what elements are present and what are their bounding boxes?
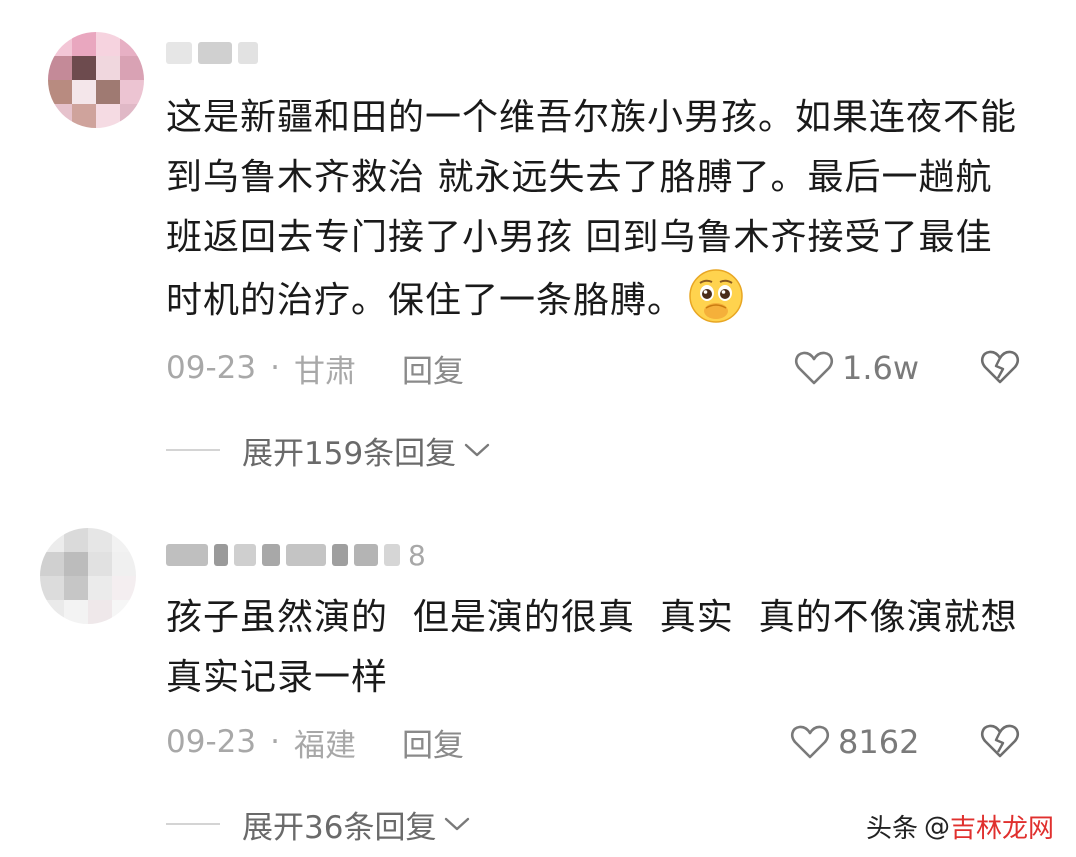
broken-heart-icon bbox=[980, 350, 1020, 384]
comment-text: 这是新疆和田的一个维吾尔族小男孩。如果连夜不能到乌鲁木齐救治 就永远失去了胳膊了… bbox=[166, 88, 1026, 331]
watermark-prefix: 头条 bbox=[865, 814, 918, 844]
comment-date: 09-23 bbox=[166, 350, 257, 386]
divider-line bbox=[166, 449, 220, 451]
watermark-brand: 吉林龙网 bbox=[949, 814, 1054, 844]
expand-replies-label: 展开159条回复 bbox=[242, 435, 457, 472]
heart-outline-icon bbox=[794, 351, 834, 385]
pleading-face-emoji bbox=[689, 269, 743, 323]
reply-button[interactable]: 回复 bbox=[402, 720, 464, 765]
like-button[interactable]: 1.6w bbox=[794, 348, 919, 388]
chevron-down-icon bbox=[464, 443, 490, 457]
comment-item-2: 8 孩子虽然演的 但是演的很真 真实 真的不像演就想真实记录一样 09-23 ·… bbox=[0, 500, 1076, 857]
comment-text: 孩子虽然演的 但是演的很真 真实 真的不像演就想真实记录一样 bbox=[166, 588, 1026, 708]
dislike-button[interactable] bbox=[980, 722, 1020, 762]
username-suffix: 8 bbox=[408, 538, 426, 572]
comment-meta: 09-23 · 福建 回复 bbox=[166, 720, 464, 765]
meta-separator: · bbox=[270, 350, 280, 386]
expand-replies-label: 展开36条回复 bbox=[242, 809, 437, 846]
reply-button[interactable]: 回复 bbox=[402, 346, 464, 391]
watermark-at: @ bbox=[923, 811, 950, 842]
like-button[interactable]: 8162 bbox=[790, 722, 919, 762]
like-count: 8162 bbox=[838, 723, 920, 761]
heart-outline-icon bbox=[790, 725, 830, 759]
username-blurred[interactable]: 8 bbox=[166, 539, 426, 572]
username-blurred[interactable] bbox=[166, 40, 258, 66]
comment-body: 孩子虽然演的 但是演的很真 真实 真的不像演就想真实记录一样 bbox=[166, 597, 1018, 698]
comment-item-1: 这是新疆和田的一个维吾尔族小男孩。如果连夜不能到乌鲁木齐救治 就永远失去了胳膊了… bbox=[0, 0, 1076, 500]
comment-body: 这是新疆和田的一个维吾尔族小男孩。如果连夜不能到乌鲁木齐救治 就永远失去了胳膊了… bbox=[166, 97, 1018, 321]
expand-replies-button[interactable]: 展开36条回复 bbox=[166, 804, 472, 846]
avatar[interactable] bbox=[40, 528, 136, 624]
comment-date: 09-23 bbox=[166, 724, 257, 760]
chevron-down-icon bbox=[445, 817, 470, 831]
expand-replies-button[interactable]: 展开159条回复 bbox=[166, 430, 492, 472]
comment-location: 福建 bbox=[293, 727, 356, 764]
dislike-button[interactable] bbox=[980, 348, 1020, 388]
avatar[interactable] bbox=[48, 32, 144, 128]
meta-separator: · bbox=[270, 724, 280, 760]
like-count: 1.6w bbox=[842, 349, 920, 387]
comment-location: 甘肃 bbox=[293, 353, 356, 390]
broken-heart-icon bbox=[980, 724, 1020, 758]
source-watermark: 头条 @ 吉林龙网 bbox=[866, 808, 1054, 845]
comment-meta: 09-23 · 甘肃 回复 bbox=[166, 346, 464, 391]
divider-line bbox=[166, 823, 220, 825]
